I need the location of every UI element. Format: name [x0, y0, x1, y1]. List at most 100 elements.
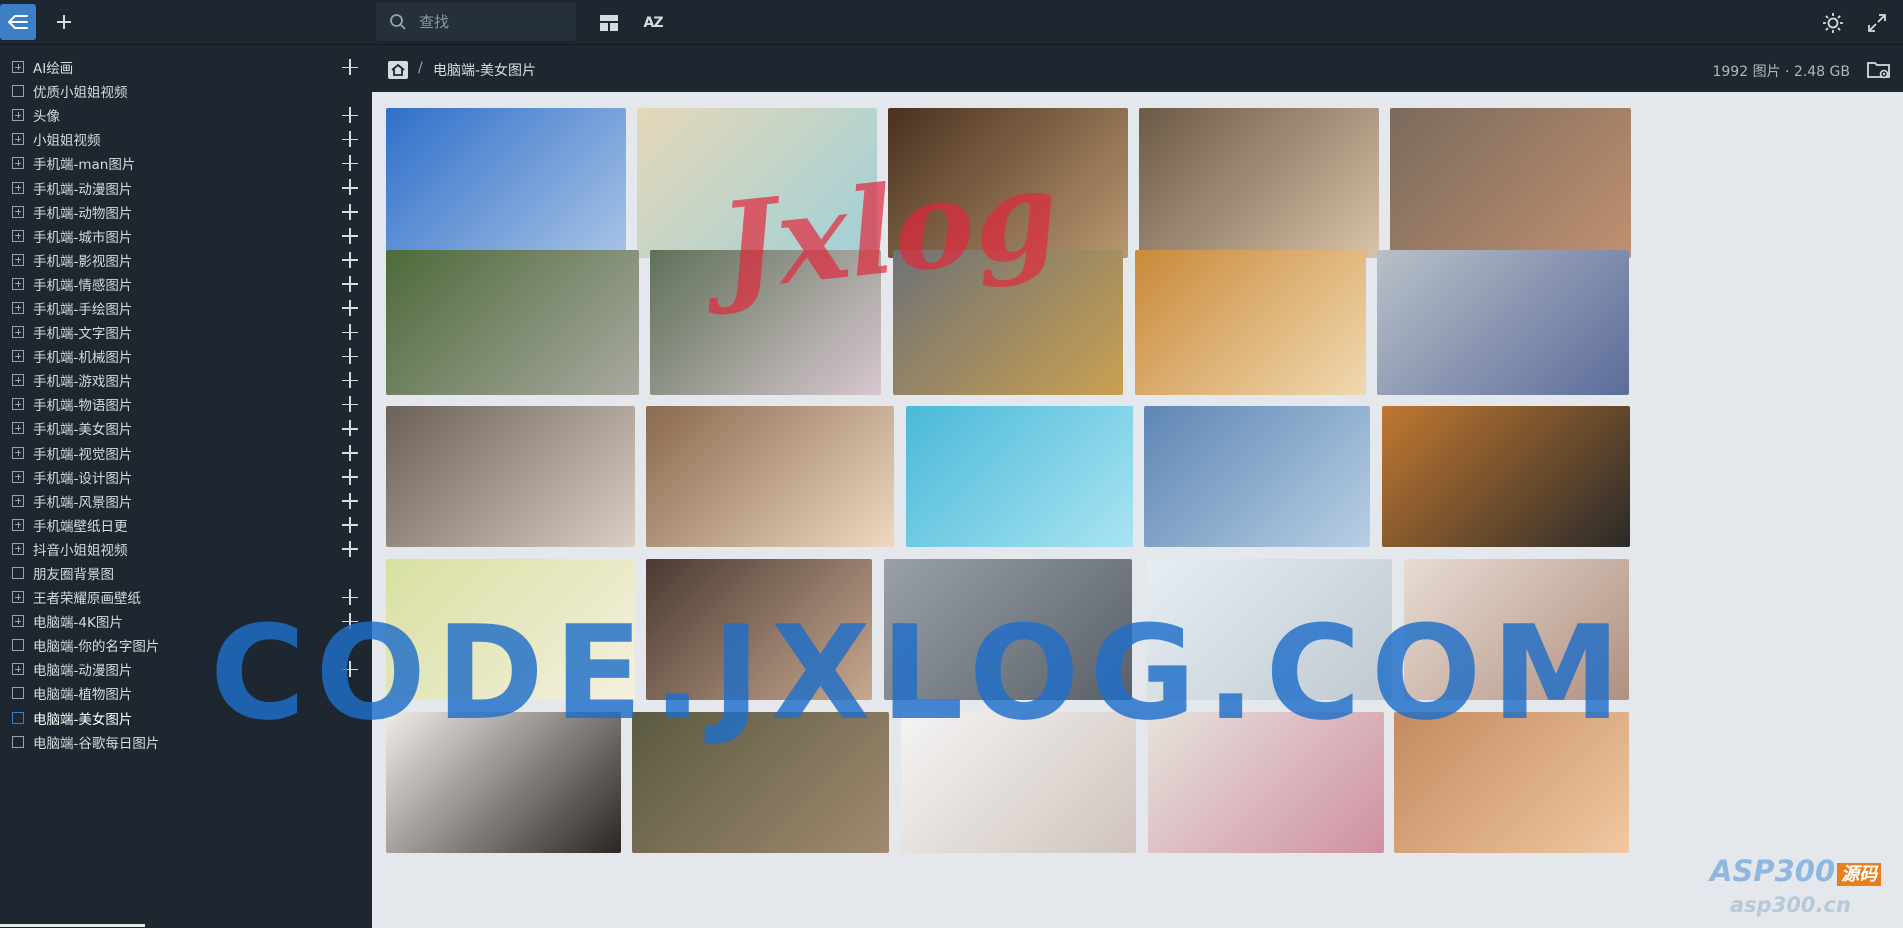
sidebar-item[interactable]: 手机端-物语图片 — [0, 392, 372, 416]
expand-icon[interactable] — [12, 494, 24, 507]
expand-icon[interactable] — [12, 591, 24, 604]
folder-icon — [12, 735, 24, 748]
add-subfolder-icon[interactable] — [341, 492, 359, 510]
expand-icon[interactable] — [12, 301, 24, 314]
sidebar-item[interactable]: 手机端-动漫图片 — [0, 175, 372, 199]
fullscreen-button[interactable] — [1864, 10, 1890, 36]
expand-icon[interactable] — [12, 422, 24, 435]
expand-icon[interactable] — [12, 205, 24, 218]
add-subfolder-icon[interactable] — [341, 178, 359, 196]
add-button[interactable] — [52, 10, 76, 34]
expand-icon[interactable] — [12, 109, 24, 122]
expand-icon[interactable] — [12, 542, 24, 555]
sidebar-item-label: 手机端-man图片 — [33, 157, 136, 174]
sidebar-item-label: 手机端-影视图片 — [33, 253, 133, 270]
sidebar-item[interactable]: 手机端-风景图片 — [0, 489, 372, 513]
add-subfolder-icon[interactable] — [341, 444, 359, 462]
add-subfolder-icon[interactable] — [341, 371, 359, 389]
search-box[interactable] — [376, 3, 576, 41]
expand-icon[interactable] — [12, 253, 24, 266]
add-subfolder-icon[interactable] — [341, 203, 359, 221]
image-thumbnail[interactable] — [386, 250, 639, 395]
image-thumbnail[interactable] — [386, 108, 626, 258]
add-subfolder-icon[interactable] — [341, 347, 359, 365]
expand-icon[interactable] — [12, 374, 24, 387]
expand-icon — [1868, 14, 1886, 32]
layout-toggle-button[interactable] — [596, 10, 622, 36]
sidebar-item[interactable]: 小姐姐视频 — [0, 127, 372, 151]
sidebar-item[interactable]: 手机端-文字图片 — [0, 320, 372, 344]
sidebar-item[interactable]: 手机端-视觉图片 — [0, 441, 372, 465]
image-thumbnail[interactable] — [1382, 406, 1630, 547]
sidebar-item-label: 手机端-动物图片 — [33, 205, 133, 222]
folder-settings-icon[interactable] — [1867, 60, 1891, 80]
sidebar-item[interactable]: 头像 — [0, 103, 372, 127]
sidebar-item[interactable]: 抖音小姐姐视频 — [0, 537, 372, 561]
expand-icon[interactable] — [12, 470, 24, 483]
folder-icon — [12, 567, 24, 580]
image-thumbnail[interactable] — [1139, 108, 1379, 258]
expand-icon[interactable] — [12, 398, 24, 411]
sidebar-item[interactable]: 手机端-情感图片 — [0, 272, 372, 296]
image-thumbnail[interactable] — [1144, 406, 1370, 547]
sidebar-item[interactable]: 手机端-城市图片 — [0, 224, 372, 248]
add-subfolder-icon[interactable] — [341, 58, 359, 76]
sidebar-item[interactable]: 手机端-man图片 — [0, 151, 372, 175]
add-subfolder-icon[interactable] — [341, 395, 359, 413]
add-subfolder-icon[interactable] — [341, 106, 359, 124]
sidebar-item[interactable]: 优质小姐姐视频 — [0, 79, 372, 103]
image-thumbnail[interactable] — [646, 406, 894, 547]
expand-icon[interactable] — [12, 157, 24, 170]
sidebar-item[interactable]: 手机端-美女图片 — [0, 416, 372, 440]
add-subfolder-icon[interactable] — [341, 251, 359, 269]
expand-icon[interactable] — [12, 350, 24, 363]
expand-icon[interactable] — [12, 446, 24, 459]
add-subfolder-icon[interactable] — [341, 227, 359, 245]
sidebar-item[interactable]: 手机端壁纸日更 — [0, 513, 372, 537]
image-thumbnail[interactable] — [386, 406, 635, 547]
sidebar-item[interactable]: 手机端-动物图片 — [0, 200, 372, 224]
sidebar-item[interactable]: 手机端-机械图片 — [0, 344, 372, 368]
image-thumbnail[interactable] — [1390, 108, 1631, 258]
sidebar-item-label: 手机端-设计图片 — [33, 470, 133, 487]
expand-icon[interactable] — [12, 133, 24, 146]
sidebar-item-label: 手机端-游戏图片 — [33, 374, 133, 391]
expand-icon[interactable] — [12, 181, 24, 194]
search-input[interactable] — [417, 12, 571, 32]
add-subfolder-icon[interactable] — [341, 516, 359, 534]
breadcrumb-current[interactable]: 电脑端-美女图片 — [433, 60, 536, 80]
sidebar-item[interactable]: 手机端-游戏图片 — [0, 368, 372, 392]
sidebar-item-label: 头像 — [33, 109, 60, 126]
image-thumbnail[interactable] — [906, 406, 1133, 547]
add-subfolder-icon[interactable] — [341, 275, 359, 293]
add-subfolder-icon[interactable] — [341, 419, 359, 437]
image-thumbnail[interactable] — [1377, 250, 1629, 395]
expand-icon[interactable] — [12, 326, 24, 339]
sun-icon — [1823, 13, 1843, 33]
sidebar-item[interactable]: 手机端-手绘图片 — [0, 296, 372, 320]
expand-icon[interactable] — [12, 663, 24, 676]
sort-button[interactable]: AZ — [640, 10, 666, 36]
sidebar-item-label: 手机端-视觉图片 — [33, 446, 133, 463]
home-icon[interactable] — [388, 61, 408, 79]
add-subfolder-icon[interactable] — [341, 299, 359, 317]
collapse-sidebar-button[interactable] — [0, 4, 36, 40]
add-subfolder-icon[interactable] — [341, 540, 359, 558]
expand-icon[interactable] — [12, 229, 24, 242]
sidebar-item[interactable]: 手机端-设计图片 — [0, 465, 372, 489]
expand-icon[interactable] — [12, 518, 24, 531]
expand-icon[interactable] — [12, 61, 24, 74]
expand-icon[interactable] — [12, 615, 24, 628]
add-subfolder-icon[interactable] — [341, 154, 359, 172]
sidebar-item[interactable]: 朋友圈背景图 — [0, 561, 372, 585]
add-subfolder-icon[interactable] — [341, 130, 359, 148]
sidebar-item[interactable]: 手机端-影视图片 — [0, 248, 372, 272]
theme-toggle-button[interactable] — [1820, 10, 1846, 36]
watermark-tag: 源码 — [1837, 863, 1882, 886]
expand-icon[interactable] — [12, 277, 24, 290]
sidebar-item[interactable]: AI绘画 — [0, 55, 372, 79]
sidebar-scrollbar[interactable] — [0, 924, 145, 927]
add-subfolder-icon[interactable] — [341, 468, 359, 486]
add-subfolder-icon[interactable] — [341, 323, 359, 341]
image-thumbnail[interactable] — [1135, 250, 1366, 395]
